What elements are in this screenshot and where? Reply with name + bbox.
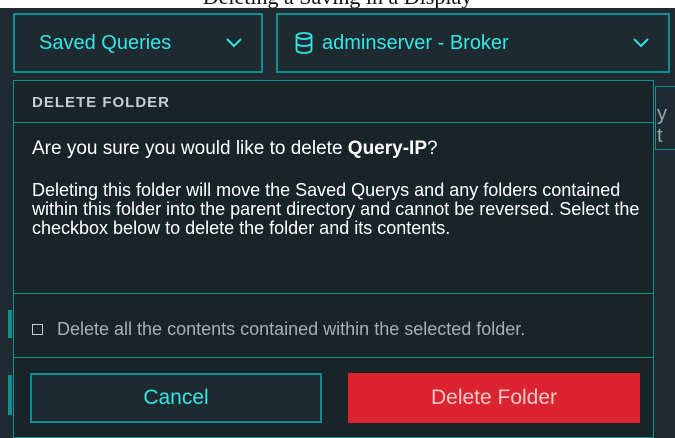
server-dropdown[interactable]: adminserver - Broker bbox=[276, 13, 670, 73]
document-caption: Deleting a Saving in a Display bbox=[0, 0, 675, 8]
chevron-down-icon bbox=[226, 38, 242, 48]
saved-queries-dropdown[interactable]: Saved Queries bbox=[13, 13, 263, 73]
server-label: adminserver - Broker bbox=[322, 31, 509, 54]
screen: Deleting a Saving in a Display Saved Que… bbox=[0, 0, 675, 438]
delete-contents-checkbox[interactable] bbox=[32, 324, 43, 335]
dialog-divider bbox=[14, 293, 653, 294]
confirmation-question: Are you sure you would like to delete Qu… bbox=[32, 138, 438, 160]
delete-contents-label[interactable]: Delete all the contents contained within… bbox=[57, 319, 525, 340]
saved-queries-label: Saved Queries bbox=[39, 31, 172, 54]
delete-contents-option[interactable]: Delete all the contents contained within… bbox=[32, 319, 525, 340]
dialog-divider bbox=[14, 122, 653, 123]
question-suffix: ? bbox=[427, 138, 438, 159]
delete-folder-button[interactable]: Delete Folder bbox=[348, 373, 640, 423]
folder-name: Query-IP bbox=[347, 138, 427, 159]
background-partial-text: y t bbox=[657, 103, 667, 147]
dialog-divider bbox=[14, 357, 653, 358]
question-prefix: Are you sure you would like to delete bbox=[32, 138, 348, 159]
delete-description: Deleting this folder will move the Saved… bbox=[32, 180, 640, 238]
dialog-title: DELETE FOLDER bbox=[32, 94, 171, 111]
background-edge-line bbox=[8, 375, 12, 415]
chevron-down-icon bbox=[633, 38, 649, 48]
cancel-button[interactable]: Cancel bbox=[30, 373, 322, 423]
database-icon bbox=[295, 32, 313, 54]
delete-folder-dialog: DELETE FOLDER Are you sure you would lik… bbox=[13, 80, 654, 438]
background-edge-line bbox=[8, 310, 12, 338]
